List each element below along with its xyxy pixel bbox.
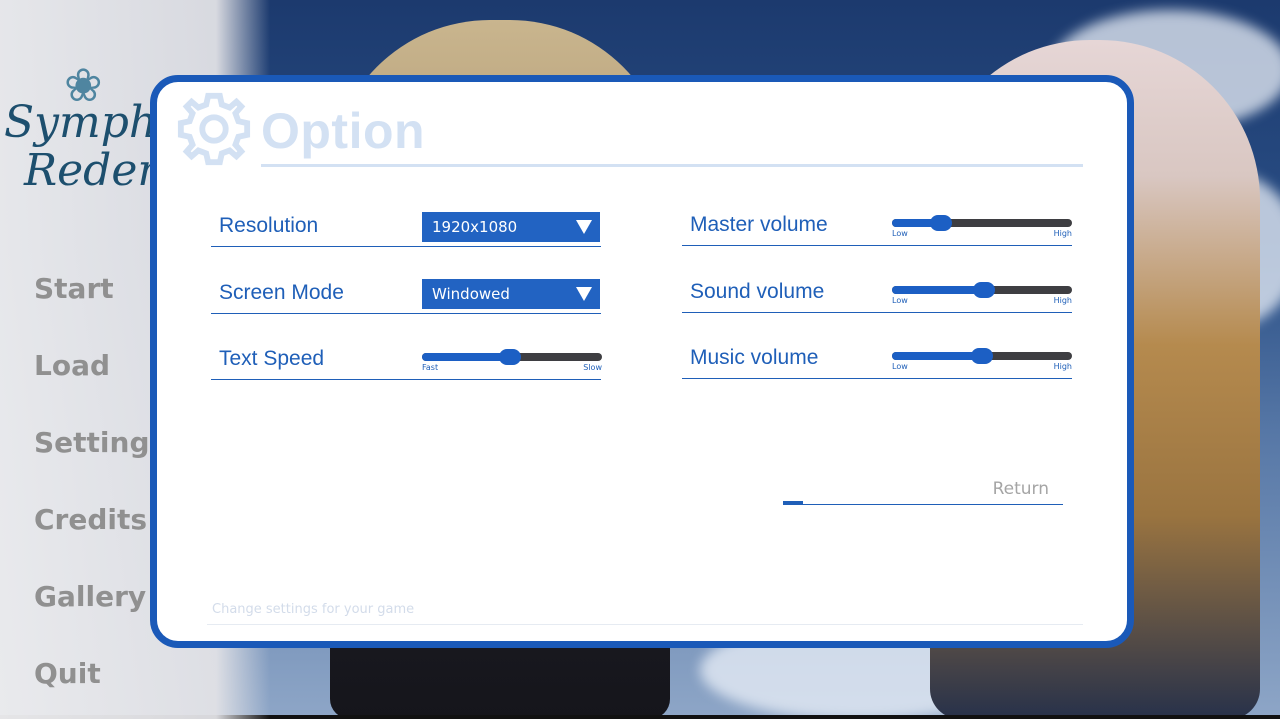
logo-text-line2: Reden: [24, 145, 166, 196]
slider-high-label: High: [1053, 296, 1072, 305]
music-volume-row: Music volume Low High: [682, 344, 1072, 379]
menu-item-credits[interactable]: Credits: [34, 503, 147, 536]
slider-fill: [422, 353, 511, 361]
dropdown-arrow-icon: [576, 287, 592, 301]
menu-item-gallery[interactable]: Gallery: [34, 580, 146, 613]
sound-volume-slider[interactable]: Low High: [892, 282, 1072, 305]
menu-item-start[interactable]: Start: [34, 272, 114, 305]
menu-item-settings[interactable]: Settings: [34, 426, 166, 459]
slider-low-label: Fast: [422, 363, 439, 372]
screen-mode-label: Screen Mode: [219, 281, 344, 304]
return-underline: [783, 503, 1063, 505]
slider-knob[interactable]: [499, 349, 522, 365]
music-volume-slider[interactable]: Low High: [892, 348, 1072, 371]
settings-hint: Change settings for your game: [212, 602, 415, 617]
resolution-value: 1920x1080: [432, 218, 518, 236]
dialog-header: Option: [175, 90, 1083, 170]
sound-volume-label: Sound volume: [690, 280, 825, 303]
dropdown-arrow-icon: [576, 220, 592, 234]
screen-mode-row: Screen Mode Windowed: [211, 279, 601, 314]
slider-low-label: Low: [892, 229, 908, 238]
game-logo: ❀ Sympho Reden: [4, 60, 184, 220]
slider-high-label: High: [1053, 362, 1072, 371]
screen-mode-dropdown[interactable]: Windowed: [422, 279, 600, 309]
text-speed-row: Text Speed Fast Slow: [211, 345, 602, 380]
return-button[interactable]: Return: [783, 475, 1063, 505]
text-speed-slider[interactable]: Fast Slow: [422, 349, 602, 372]
resolution-dropdown[interactable]: 1920x1080: [422, 212, 600, 242]
options-dialog: Option Resolution 1920x1080 Screen Mode …: [150, 75, 1134, 648]
text-speed-label: Text Speed: [219, 347, 325, 370]
resolution-row: Resolution 1920x1080: [211, 212, 601, 247]
return-label: Return: [992, 479, 1049, 499]
sound-volume-row: Sound volume Low High: [682, 278, 1072, 313]
slider-fill: [892, 286, 984, 294]
slider-knob[interactable]: [972, 282, 995, 298]
slider-fill: [892, 352, 982, 360]
menu-item-quit[interactable]: Quit: [34, 657, 101, 690]
slider-low-label: Low: [892, 296, 908, 305]
slider-high-label: Slow: [583, 363, 602, 372]
hint-divider: [207, 624, 1083, 625]
slider-knob[interactable]: [929, 215, 952, 231]
title-underline: [261, 164, 1083, 167]
slider-high-label: High: [1053, 229, 1072, 238]
master-volume-slider[interactable]: Low High: [892, 215, 1072, 238]
master-volume-row: Master volume Low High: [682, 211, 1072, 246]
dialog-title: Option: [261, 103, 426, 159]
gear-icon: [177, 92, 251, 166]
slider-knob[interactable]: [971, 348, 993, 364]
menu-item-load[interactable]: Load: [34, 349, 110, 382]
music-volume-label: Music volume: [690, 346, 819, 369]
master-volume-label: Master volume: [690, 213, 828, 236]
return-marker: [783, 501, 803, 505]
slider-low-label: Low: [892, 362, 908, 371]
screen-mode-value: Windowed: [432, 285, 510, 303]
resolution-label: Resolution: [219, 214, 319, 237]
